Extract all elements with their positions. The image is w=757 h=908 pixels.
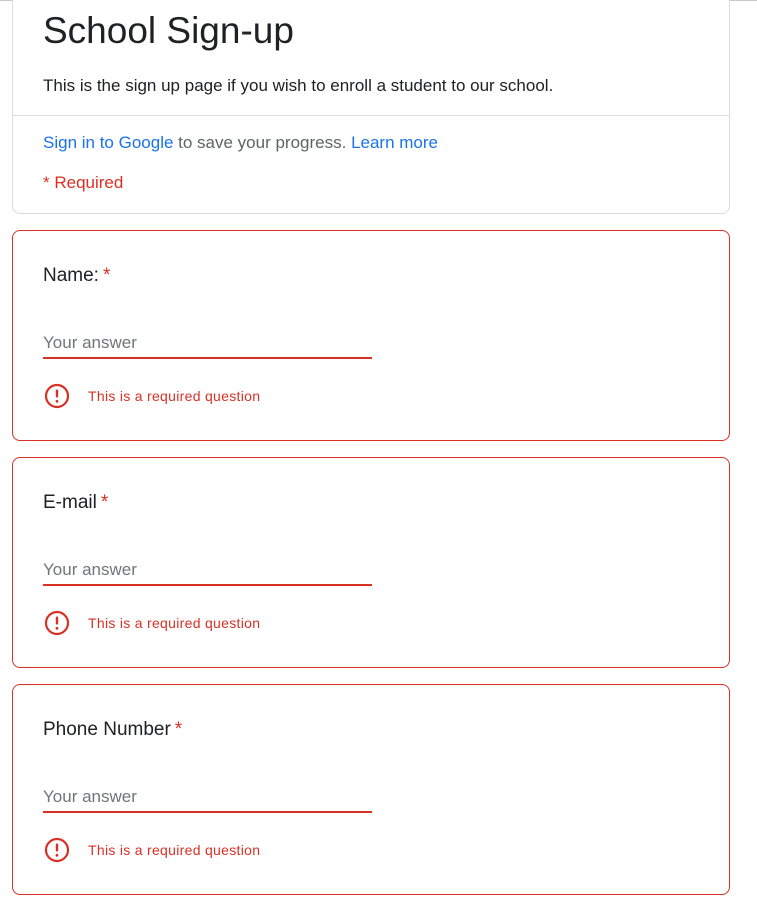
question-label-email: E-mail * bbox=[43, 492, 108, 514]
required-asterisk: * bbox=[102, 265, 111, 286]
error-text: This is a required question bbox=[88, 388, 261, 404]
required-asterisk: * bbox=[100, 492, 109, 513]
question-title: Phone Number bbox=[43, 719, 171, 740]
required-asterisk: * bbox=[174, 719, 183, 740]
error-text: This is a required question bbox=[88, 615, 261, 631]
email-answer-input[interactable] bbox=[43, 556, 372, 586]
signin-text: to save your progress. bbox=[173, 133, 352, 152]
error-exclamation-icon bbox=[44, 610, 70, 636]
signin-row: Sign in to Google to save your progress.… bbox=[43, 133, 438, 153]
header-divider bbox=[13, 115, 729, 116]
sign-in-link[interactable]: Sign in to Google bbox=[43, 133, 173, 152]
error-message-row: This is a required question bbox=[44, 610, 260, 636]
question-label-name: Name: * bbox=[43, 265, 110, 287]
error-exclamation-icon bbox=[44, 383, 70, 409]
error-exclamation-icon bbox=[44, 837, 70, 863]
question-title: Name: bbox=[43, 265, 99, 286]
question-card-name: Name:* This is a required question bbox=[12, 230, 730, 441]
error-message-row: This is a required question bbox=[44, 383, 260, 409]
question-card-email: E-mail* This is a required question bbox=[12, 457, 730, 668]
name-answer-input[interactable] bbox=[43, 329, 372, 359]
learn-more-link[interactable]: Learn more bbox=[351, 133, 438, 152]
error-text: This is a required question bbox=[88, 842, 261, 858]
question-label-phone: Phone Number * bbox=[43, 719, 182, 741]
required-note: * Required bbox=[43, 173, 124, 192]
question-card-phone: Phone Number* This is a required questio… bbox=[12, 684, 730, 895]
question-title: E-mail bbox=[43, 492, 97, 513]
error-message-row: This is a required question bbox=[44, 837, 260, 863]
form-header-card: School Sign-up This is the sign up page … bbox=[12, 0, 730, 214]
form-title: School Sign-up bbox=[43, 10, 294, 51]
phone-answer-input[interactable] bbox=[43, 783, 372, 813]
form-description: This is the sign up page if you wish to … bbox=[43, 76, 554, 95]
